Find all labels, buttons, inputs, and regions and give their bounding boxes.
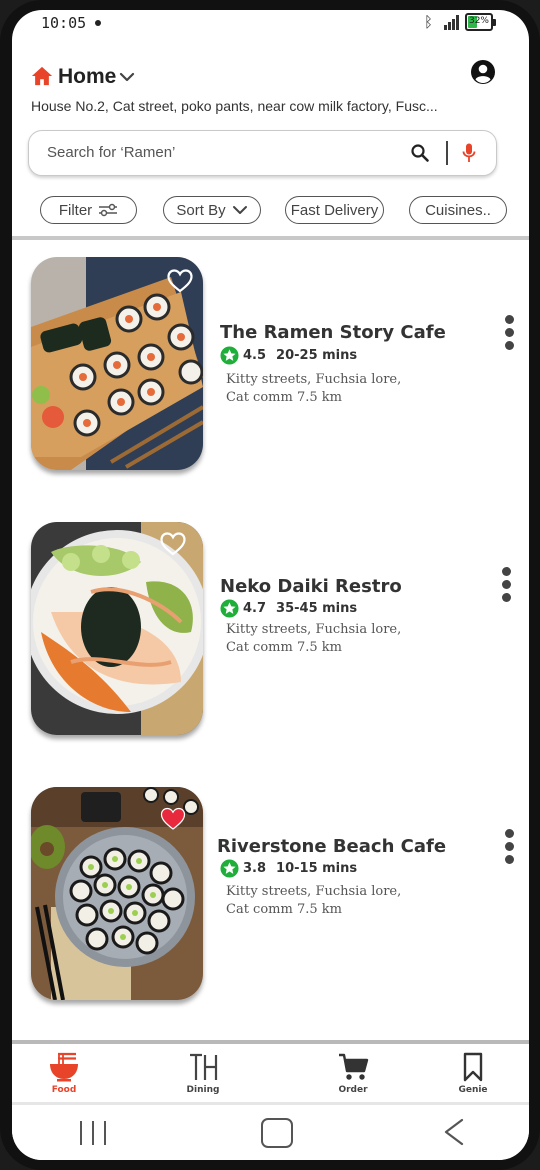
notification-dot xyxy=(95,20,101,26)
delivery-time: 20-25 mins xyxy=(276,347,358,363)
restaurant-card[interactable]: The Ramen Story Cafe 4.5 20-25 mins Kitt… xyxy=(12,257,529,477)
favorite-heart-icon[interactable] xyxy=(160,807,186,831)
restaurant-card[interactable]: Riverstone Beach Cafe 3.8 10-15 mins Kit… xyxy=(12,787,529,1007)
filter-chips: Filter Sort By Fast Delivery Cuisines.. xyxy=(12,196,529,226)
star-icon xyxy=(220,345,239,365)
delivery-address[interactable]: House No.2, Cat street, poko pants, near… xyxy=(31,98,491,114)
recent-apps-button[interactable] xyxy=(78,1121,110,1145)
sort-by-chip[interactable]: Sort By xyxy=(163,196,261,224)
sliders-icon xyxy=(99,203,118,217)
restaurant-name[interactable]: The Ramen Story Cafe xyxy=(220,322,446,343)
favorite-heart-icon[interactable] xyxy=(160,532,186,556)
noodle-bowl-icon xyxy=(50,1052,78,1082)
nav-dining[interactable]: Dining xyxy=(163,1052,243,1100)
restaurant-name[interactable]: Riverstone Beach Cafe xyxy=(217,836,446,857)
filter-chip[interactable]: Filter xyxy=(40,196,137,224)
battery-percent: 32% xyxy=(468,16,489,26)
nav-genie[interactable]: Genie xyxy=(433,1052,513,1100)
phone-frame: 10:05 ᛒ 32% Home House No.2, Cat street,… xyxy=(0,0,540,1170)
more-options-icon[interactable] xyxy=(502,829,516,865)
rating-value: 4.7 xyxy=(243,600,267,616)
bottom-nav: Food Dining Order Genie xyxy=(12,1044,529,1102)
filter-chip-label: Filter xyxy=(58,201,93,219)
restaurant-name[interactable]: Neko Daiki Restro xyxy=(220,576,402,597)
nav-food-label: Food xyxy=(51,1085,77,1095)
cart-icon xyxy=(339,1053,369,1080)
restaurant-address: Kitty streets, Fuchsia lore, Cat comm 7.… xyxy=(226,883,401,919)
location-label[interactable]: Home xyxy=(58,65,116,89)
address-line: Cat comm 7.5 km xyxy=(226,902,342,917)
rating-value: 3.8 xyxy=(243,860,267,876)
rating-row: 3.8 10-15 mins xyxy=(220,858,357,878)
chevron-down-icon xyxy=(232,206,247,214)
search-bar[interactable]: Search for ‘Ramen’ xyxy=(28,130,497,176)
search-icon[interactable] xyxy=(410,143,430,163)
favorite-heart-icon[interactable] xyxy=(167,269,193,293)
restaurant-card[interactable]: Neko Daiki Restro 4.7 35-45 mins Kitty s… xyxy=(12,522,529,742)
cuisines-chip[interactable]: Cuisines.. xyxy=(409,196,507,224)
address-line: Kitty streets, Fuchsia lore, xyxy=(226,622,402,637)
fast-delivery-chip-label: Fast Delivery xyxy=(290,201,379,219)
star-icon xyxy=(220,598,239,618)
bookmark-icon xyxy=(463,1052,483,1082)
rating-row: 4.5 20-25 mins xyxy=(220,345,357,365)
nav-genie-label: Genie xyxy=(458,1085,488,1095)
nav-dining-label: Dining xyxy=(186,1085,220,1095)
search-divider xyxy=(446,141,448,165)
home-icon[interactable] xyxy=(31,65,53,87)
status-time: 10:05 xyxy=(41,14,87,32)
rating-value: 4.5 xyxy=(243,347,267,363)
dining-icon xyxy=(190,1053,218,1080)
address-line: Cat comm 7.5 km xyxy=(226,640,342,655)
app-screen: 10:05 ᛒ 32% Home House No.2, Cat street,… xyxy=(12,10,529,1160)
star-icon xyxy=(220,858,239,878)
header-divider xyxy=(12,236,529,240)
restaurant-address: Kitty streets, Fuchsia lore, Cat comm 7.… xyxy=(226,621,401,657)
fast-delivery-chip[interactable]: Fast Delivery xyxy=(285,196,384,224)
microphone-icon[interactable] xyxy=(461,142,477,164)
cuisines-chip-label: Cuisines.. xyxy=(425,201,491,219)
delivery-time: 10-15 mins xyxy=(276,860,358,876)
nav-order[interactable]: Order xyxy=(313,1052,393,1100)
status-bar: 10:05 ᛒ 32% xyxy=(12,10,529,38)
system-navigation xyxy=(12,1105,529,1160)
restaurant-address: Kitty streets, Fuchsia lore, Cat comm 7.… xyxy=(226,371,401,407)
address-line: Cat comm 7.5 km xyxy=(226,390,342,405)
address-line: Kitty streets, Fuchsia lore, xyxy=(226,372,402,387)
address-line: Kitty streets, Fuchsia lore, xyxy=(226,884,402,899)
bluetooth-icon: ᛒ xyxy=(424,13,434,31)
more-options-icon[interactable] xyxy=(502,315,516,351)
more-options-icon[interactable] xyxy=(499,567,513,603)
back-button[interactable] xyxy=(440,1117,468,1147)
signal-icon xyxy=(444,15,459,30)
sort-by-chip-label: Sort By xyxy=(176,201,226,219)
nav-order-label: Order xyxy=(338,1085,368,1095)
nav-food[interactable]: Food xyxy=(24,1052,104,1100)
profile-icon[interactable] xyxy=(470,59,496,85)
delivery-time: 35-45 mins xyxy=(276,600,358,616)
search-placeholder: Search for ‘Ramen’ xyxy=(47,144,176,161)
chevron-down-icon[interactable] xyxy=(119,70,135,84)
home-button[interactable] xyxy=(261,1118,293,1148)
battery-icon: 32% xyxy=(465,13,496,31)
rating-row: 4.7 35-45 mins xyxy=(220,598,357,618)
